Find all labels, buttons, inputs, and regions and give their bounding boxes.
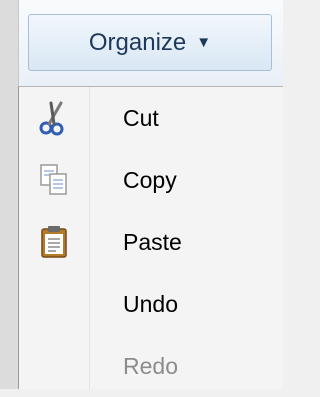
menu-item-label: Undo (123, 290, 178, 317)
menu-item-label: Paste (123, 228, 182, 255)
menu-item-label: Redo (123, 352, 178, 379)
organize-button[interactable]: Organize ▼ (28, 14, 272, 71)
menu-item-copy[interactable]: Copy (19, 149, 284, 211)
scissors-icon (19, 87, 89, 149)
menu-item-label: Cut (123, 104, 159, 131)
triangle-down-icon: ▼ (196, 34, 212, 51)
copy-icon (19, 149, 89, 211)
window-edge (0, 0, 19, 389)
menu-item-undo[interactable]: Undo (19, 273, 284, 335)
menu-item-label: Copy (123, 166, 177, 193)
organize-menu: Cut Copy Paste Undo Redo (18, 86, 283, 389)
menu-item-paste[interactable]: Paste (19, 211, 284, 273)
organize-label: Organize (88, 28, 187, 56)
clipboard-icon (19, 211, 89, 273)
menu-item-cut[interactable]: Cut (19, 87, 284, 149)
menu-item-redo[interactable]: Redo (19, 335, 284, 397)
